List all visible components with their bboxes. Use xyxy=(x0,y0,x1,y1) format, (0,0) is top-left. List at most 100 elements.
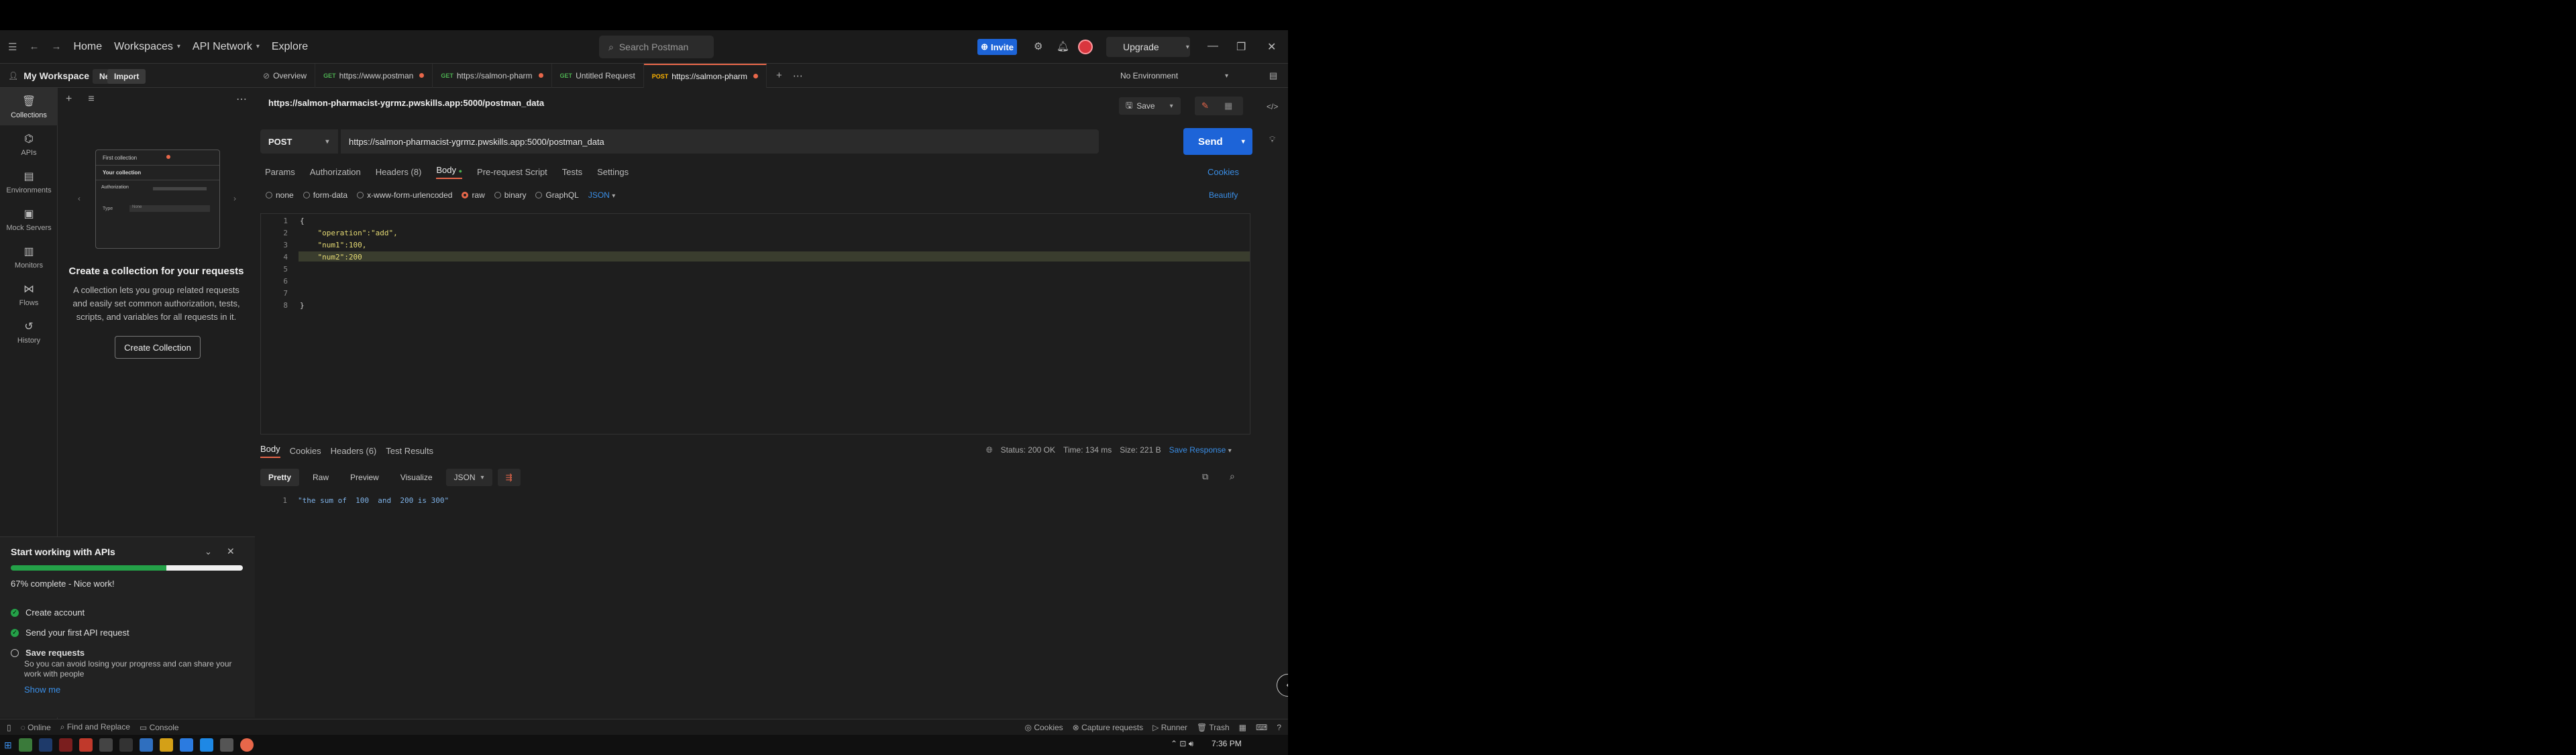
sidebar-item-history[interactable]: ↺ History xyxy=(0,313,58,351)
tab-test-results[interactable]: Test Results xyxy=(386,446,433,456)
body-type-binary[interactable]: binary xyxy=(494,190,526,200)
method-select[interactable]: POST ▾ xyxy=(260,129,338,154)
workspaces-menu[interactable]: Workspaces ▾ xyxy=(114,41,180,53)
tab-body[interactable]: Body ● xyxy=(436,165,463,179)
tab-tests[interactable]: Tests xyxy=(562,167,582,177)
taskbar-app-icon[interactable] xyxy=(58,738,72,752)
upgrade-button[interactable]: Upgrade ▾ xyxy=(1106,37,1190,57)
find-replace-button[interactable]: ⌕ Find and Replace xyxy=(60,722,130,732)
preview-button[interactable]: Preview xyxy=(342,469,387,486)
tab-authorization[interactable]: Authorization xyxy=(310,167,361,177)
environment-quick-look-icon[interactable]: ▤ xyxy=(1269,70,1277,81)
tab-request-active[interactable]: POST https://salmon-pharm xyxy=(643,63,767,88)
body-editor[interactable]: 1 2 3 4 5 6 7 8 { "operation":"add", "nu… xyxy=(260,213,1250,434)
keyboard-icon[interactable]: ⌨ xyxy=(1256,723,1267,732)
lightbulb-icon[interactable]: 💡︎ xyxy=(1269,134,1275,145)
tab-overview[interactable]: ⊘ Overview xyxy=(255,63,316,88)
tab-params[interactable]: Params xyxy=(265,167,295,177)
home-link[interactable]: Home xyxy=(73,41,102,53)
docs-icon[interactable]: ▦ xyxy=(1224,101,1232,111)
environment-selector[interactable]: No Environment ▾ xyxy=(1120,64,1228,88)
tab-pre-request-script[interactable]: Pre-request Script xyxy=(477,167,547,177)
view-toggle[interactable]: ✎ ▦ xyxy=(1195,97,1243,115)
close-icon[interactable]: ✕ xyxy=(227,546,235,557)
send-button[interactable]: Send ▾ xyxy=(1183,128,1252,155)
windows-start-icon[interactable]: ⊞ xyxy=(4,740,12,751)
beautify-link[interactable]: Beautify xyxy=(1209,190,1238,200)
sidebar-toggle-icon[interactable]: ▯ xyxy=(7,723,11,732)
import-button[interactable]: Import xyxy=(107,69,146,84)
menu-icon[interactable]: ☰ xyxy=(8,41,17,53)
format-select[interactable]: JSON ▾ xyxy=(588,190,615,200)
invite-button[interactable]: ⊕ Invite xyxy=(977,39,1017,55)
code-icon[interactable]: </> xyxy=(1267,102,1278,111)
sidebar-item-apis[interactable]: ⌬ APIs xyxy=(0,125,58,163)
close-icon[interactable]: ✕ xyxy=(1267,40,1276,54)
tab-response-headers[interactable]: Headers (6) xyxy=(331,446,377,456)
taskbar-postman-icon[interactable] xyxy=(239,738,254,752)
sidebar-item-environments[interactable]: ▤ Environments xyxy=(0,163,58,200)
save-response-button[interactable]: Save Response ▾ xyxy=(1169,445,1232,455)
body-type-form-data[interactable]: form-data xyxy=(303,190,347,200)
url-input[interactable]: https://salmon-pharmacist-ygrmz.pwskills… xyxy=(341,129,1099,154)
sidebar-item-collections[interactable]: 🗑︎ Collections xyxy=(0,88,58,125)
request-title[interactable]: https://salmon-pharmacist-ygrmz.pwskills… xyxy=(268,98,544,108)
save-button[interactable]: 🖫︎ Save ▾ xyxy=(1119,97,1181,115)
maximize-icon[interactable]: ❐ xyxy=(1236,40,1246,54)
copy-icon[interactable]: ⧉ xyxy=(1202,471,1208,482)
tab-settings[interactable]: Settings xyxy=(597,167,629,177)
taskbar-app-icon[interactable] xyxy=(179,738,193,752)
body-type-graphql[interactable]: GraphQL xyxy=(535,190,579,200)
capture-requests-button[interactable]: ⊗ Capture requests xyxy=(1073,723,1143,732)
response-body[interactable]: 1 "the sum of 100 and 200 is 300" xyxy=(260,493,1250,715)
sidebar-item-flows[interactable]: ⋈ Flows xyxy=(0,276,58,313)
tab-headers[interactable]: Headers (8) xyxy=(376,167,422,177)
tab-request[interactable]: GET Untitled Request xyxy=(552,63,644,88)
back-arrow-icon[interactable]: ← xyxy=(29,41,39,52)
taskbar-app-icon[interactable] xyxy=(159,738,173,752)
taskbar-app-icon[interactable] xyxy=(99,738,113,752)
taskbar-clock[interactable]: 7:36 PM xyxy=(1212,739,1242,748)
taskbar-app-icon[interactable] xyxy=(199,738,213,752)
tab-request[interactable]: GET https://salmon-pharm xyxy=(433,63,552,88)
edit-pencil-icon[interactable]: ✎ xyxy=(1201,101,1209,111)
show-me-link[interactable]: Show me xyxy=(24,685,60,695)
trash-button[interactable]: 🗑︎ Trash xyxy=(1197,723,1230,732)
globe-icon[interactable]: 🌐︎ xyxy=(986,445,993,455)
help-icon[interactable]: ? xyxy=(1277,723,1281,732)
taskbar-app-icon[interactable] xyxy=(78,738,93,752)
visualize-button[interactable]: Visualize xyxy=(392,469,441,486)
filter-icon[interactable]: ≡ xyxy=(88,93,94,105)
settings-gear-icon[interactable]: ⚙ xyxy=(1034,40,1042,52)
sidebar-item-monitors[interactable]: ▥ Monitors xyxy=(0,238,58,276)
wrap-lines-icon[interactable]: ⇶ xyxy=(497,469,521,486)
add-icon[interactable]: + xyxy=(66,93,72,105)
create-collection-button[interactable]: Create Collection xyxy=(115,336,201,359)
body-type-urlencoded[interactable]: x-www-form-urlencoded xyxy=(357,190,452,200)
taskbar-app-icon[interactable] xyxy=(139,738,153,752)
body-type-none[interactable]: none xyxy=(266,190,294,200)
chevron-down-icon[interactable]: ⌄ xyxy=(205,546,212,557)
cookies-link[interactable]: Cookies xyxy=(1208,167,1239,177)
search-icon[interactable]: ⌕ xyxy=(1230,471,1235,482)
layout-icon[interactable]: ▦ xyxy=(1239,723,1246,732)
search-input[interactable]: ⌕ Search Postman xyxy=(599,36,714,58)
taskbar-app-icon[interactable] xyxy=(119,738,133,752)
raw-button[interactable]: Raw xyxy=(305,469,337,486)
avatar[interactable] xyxy=(1078,40,1093,54)
forward-arrow-icon[interactable]: → xyxy=(51,41,61,52)
add-tab-icon[interactable]: + xyxy=(776,70,782,81)
more-options-icon[interactable]: ⋯ xyxy=(236,93,247,106)
system-tray-icons[interactable]: ⌃ ⊡ 🔊︎ xyxy=(1171,739,1193,749)
cookies-button[interactable]: ◎ Cookies xyxy=(1025,723,1063,732)
api-network-menu[interactable]: API Network ▾ xyxy=(193,41,260,53)
runner-button[interactable]: ▷ Runner xyxy=(1152,723,1187,732)
pretty-button[interactable]: Pretty xyxy=(260,469,300,486)
tab-response-cookies[interactable]: Cookies xyxy=(290,446,321,456)
notifications-bell-icon[interactable]: 🔔︎ xyxy=(1057,40,1069,52)
console-button[interactable]: ▭ Console xyxy=(140,723,179,732)
minimize-icon[interactable]: — xyxy=(1208,40,1218,52)
online-status[interactable]: ◌ Online xyxy=(21,723,51,732)
taskbar-app-icon[interactable] xyxy=(219,738,233,752)
body-type-raw[interactable]: raw xyxy=(462,190,485,200)
